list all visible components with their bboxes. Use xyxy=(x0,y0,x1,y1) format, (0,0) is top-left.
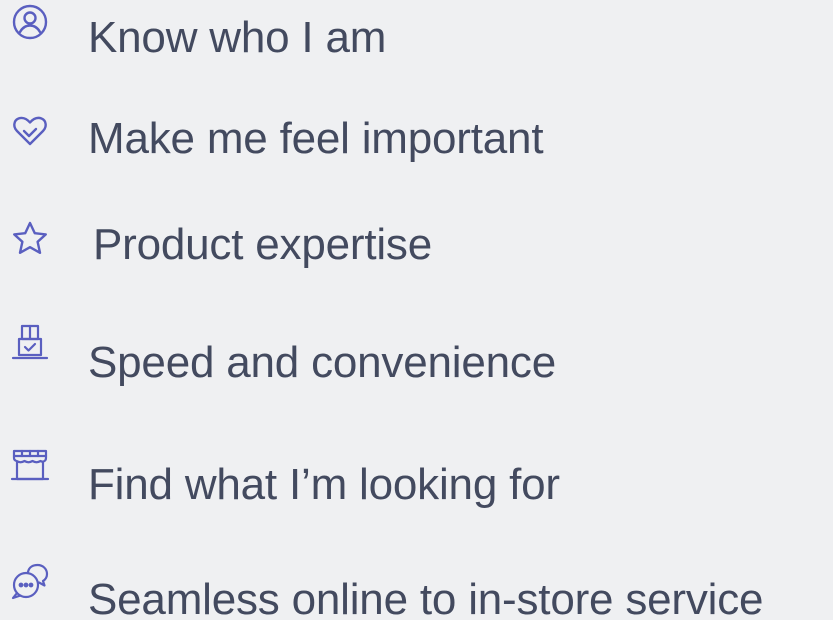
value-list: Know who I am Make me feel important Pro… xyxy=(0,0,833,620)
storefront-icon xyxy=(8,443,52,487)
list-item-label: Speed and convenience xyxy=(88,338,556,387)
user-circle-icon xyxy=(8,0,52,44)
list-item-find-what-im-looking-for: Find what I’m looking for xyxy=(0,449,833,515)
list-item-label: Know who I am xyxy=(88,13,387,62)
list-item-label: Product expertise xyxy=(93,220,432,269)
list-item-know-who-i-am: Know who I am xyxy=(0,4,833,68)
list-item-make-me-feel-important: Make me feel important xyxy=(0,109,833,169)
list-item-label: Find what I’m looking for xyxy=(88,460,560,509)
star-icon xyxy=(8,217,52,261)
list-item-seamless-online-to-in-store-service: Seamless online to in-store service xyxy=(0,563,833,620)
package-check-icon xyxy=(8,321,52,365)
list-item-product-expertise: Product expertise xyxy=(0,215,833,275)
heart-icon xyxy=(8,109,52,153)
list-item-label: Make me feel important xyxy=(88,114,544,163)
list-item-label: Seamless online to in-store service xyxy=(88,575,764,620)
list-item-speed-and-convenience: Speed and convenience xyxy=(0,324,833,393)
chat-bubbles-icon xyxy=(8,560,52,604)
